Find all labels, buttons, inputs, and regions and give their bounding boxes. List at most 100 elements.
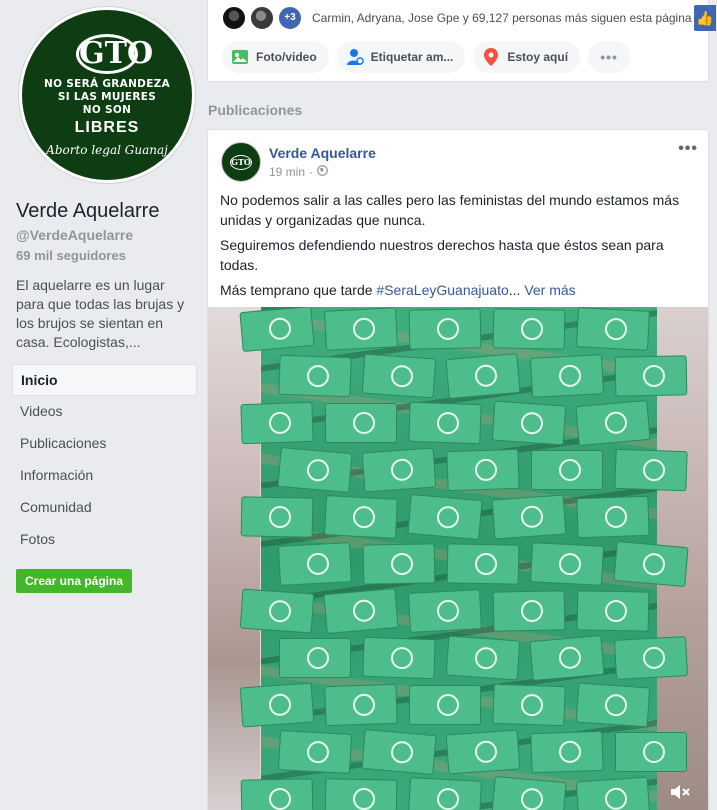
post-last-line: Más temprano que tarde <box>220 282 377 298</box>
mute-button[interactable] <box>668 781 694 807</box>
green-bandana <box>408 777 482 810</box>
followers-summary[interactable]: Carmin, Adryana, Jose Gpe y 69,127 perso… <box>312 11 692 25</box>
page-title[interactable]: Verde Aquelarre <box>16 200 159 223</box>
green-bandana <box>361 728 437 776</box>
tag-person-icon <box>345 47 365 67</box>
page-followers: 69 mil seguidores <box>16 248 126 263</box>
green-bandana <box>446 448 520 492</box>
friend-avatar[interactable] <box>222 6 246 30</box>
green-bandana <box>615 732 687 772</box>
nav-item-fotos[interactable]: Fotos <box>12 524 197 556</box>
green-bandana <box>361 353 437 399</box>
green-bandana <box>324 683 398 727</box>
green-bandana <box>278 542 352 586</box>
green-bandana <box>529 634 605 682</box>
post-options-button[interactable]: ••• <box>678 140 698 158</box>
green-bandana <box>492 308 566 350</box>
video-blur-left <box>208 307 260 810</box>
post-video[interactable] <box>239 307 689 810</box>
green-bandana <box>614 636 688 680</box>
page-profile-picture[interactable]: GTO NO SERÁ GRANDEZA SI LAS MUJERES NO S… <box>18 6 196 184</box>
page-handle[interactable]: @VerdeAquelarre <box>16 227 133 243</box>
photo-video-button[interactable]: Foto/video <box>222 41 329 73</box>
green-bandana <box>530 542 604 586</box>
green-bandana <box>409 685 481 725</box>
green-bandana <box>361 447 437 493</box>
create-page-button[interactable]: Crear una página <box>16 569 132 593</box>
more-friends-badge[interactable]: +3 <box>278 6 302 30</box>
green-bandana <box>530 730 604 774</box>
post-text: No podemos salir a las calles pero las f… <box>220 190 692 305</box>
thumbs-up-icon: 👍 <box>696 10 714 26</box>
hashtag-link[interactable]: #SeraLeyGuanajuato <box>376 282 508 298</box>
nav-item-publicaciones[interactable]: Publicaciones <box>12 428 197 460</box>
green-bandana <box>576 495 650 539</box>
see-more-link[interactable]: Ver más <box>524 282 575 298</box>
logo-gto-text: GTO <box>76 33 153 74</box>
logo-footer: Aborto legal Guanaj <box>46 142 168 157</box>
photo-video-label: Foto/video <box>256 50 317 64</box>
nav-item-videos[interactable]: Videos <box>12 396 197 428</box>
post-video-container[interactable] <box>208 307 708 810</box>
green-bandana <box>575 776 651 810</box>
friend-avatar[interactable] <box>250 6 274 30</box>
section-title-publicaciones: Publicaciones <box>208 102 303 118</box>
post-time-separator: · <box>309 165 314 179</box>
tag-friends-label: Etiquetar am... <box>370 50 454 64</box>
green-bandana <box>613 540 689 588</box>
post-timestamp: 19 min · <box>269 165 328 179</box>
green-bandana <box>614 355 688 397</box>
post-time-text[interactable]: 19 min <box>269 165 305 179</box>
green-bandana <box>614 448 688 492</box>
checkin-button[interactable]: Estoy aquí <box>473 41 581 73</box>
green-bandana <box>408 589 482 633</box>
tag-friends-button[interactable]: Etiquetar am... <box>336 41 466 73</box>
post-card: GTO Verde Aquelarre 19 min · ••• No pode… <box>207 129 709 810</box>
like-page-button[interactable]: 👍 <box>694 5 716 31</box>
green-bandana <box>324 778 398 810</box>
green-bandana <box>239 307 315 353</box>
logo-line-3: NO SON <box>82 103 132 116</box>
post-author-name[interactable]: Verde Aquelarre <box>269 145 376 161</box>
green-bandana <box>324 495 398 539</box>
location-pin-icon <box>481 47 501 67</box>
green-bandana <box>491 494 567 540</box>
green-bandana <box>446 543 520 585</box>
green-bandana <box>491 775 567 810</box>
green-bandana <box>445 352 521 400</box>
globe-icon <box>317 165 328 179</box>
green-bandana <box>240 778 314 810</box>
green-bandana <box>362 543 436 585</box>
green-bandana <box>278 730 352 774</box>
green-bandana <box>576 307 650 351</box>
nav-item-inicio[interactable]: Inicio <box>12 364 197 396</box>
post-paragraph: Seguiremos defendiendo nuestros derechos… <box>220 237 664 273</box>
green-bandana <box>576 590 650 632</box>
green-bandana <box>531 450 603 490</box>
more-actions-button[interactable]: ••• <box>588 41 631 73</box>
post-avatar-mark: GTO <box>230 154 252 170</box>
green-bandana <box>240 496 314 538</box>
green-bandana <box>445 729 521 775</box>
green-bandana <box>239 682 315 728</box>
photo-icon <box>230 47 250 67</box>
logo-line-1: NO SERÁ GRANDEZA <box>43 77 171 90</box>
green-bandana <box>407 493 483 541</box>
green-bandana <box>323 587 399 635</box>
green-bandana <box>279 638 351 678</box>
nav-item-comunidad[interactable]: Comunidad <box>12 492 197 524</box>
nav-item-informacion[interactable]: Información <box>12 460 197 492</box>
green-bandana <box>362 636 436 680</box>
post-author-avatar[interactable]: GTO <box>221 142 261 182</box>
post-paragraph: No podemos salir a las calles pero las f… <box>220 192 680 228</box>
green-bandana <box>491 400 567 446</box>
green-bandana <box>240 401 314 445</box>
composer-card: +3 Carmin, Adryana, Jose Gpe y 69,127 pe… <box>207 0 716 82</box>
page-nav: Inicio Videos Publicaciones Información … <box>12 364 197 556</box>
green-bandana <box>575 399 651 447</box>
post-paragraph-last: Más temprano que tarde #SeraLeyGuanajuat… <box>220 280 692 300</box>
green-bandana <box>492 683 566 727</box>
green-bandana <box>324 307 398 351</box>
speaker-muted-icon <box>670 783 692 806</box>
green-bandana <box>492 590 566 632</box>
